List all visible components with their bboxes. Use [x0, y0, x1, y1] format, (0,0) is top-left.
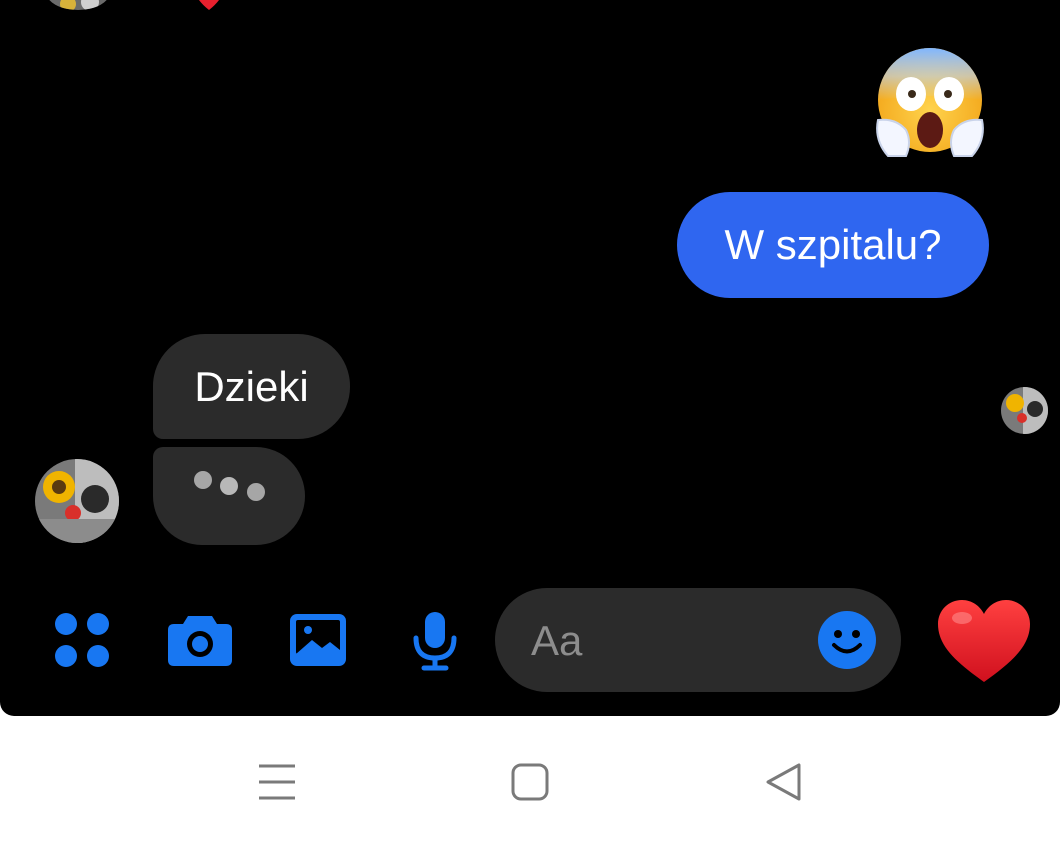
message-text: W szpitalu?: [724, 221, 942, 268]
camera-icon[interactable]: [166, 612, 234, 668]
menu-icon[interactable]: [258, 764, 296, 800]
incoming-message-bubble[interactable]: Dzieki: [153, 334, 350, 439]
chat-thread: W szpitalu? Dzieki: [0, 0, 1060, 716]
back-icon[interactable]: [764, 762, 802, 802]
contact-avatar-previous: [46, 0, 110, 10]
message-composer[interactable]: [495, 588, 901, 692]
contact-avatar[interactable]: [35, 459, 119, 543]
message-text: Dzieki: [194, 362, 309, 410]
home-icon[interactable]: [511, 763, 549, 801]
message-input[interactable]: [529, 614, 803, 668]
outgoing-message-bubble[interactable]: W szpitalu?: [677, 192, 989, 298]
typing-indicator: [153, 447, 305, 545]
apps-icon[interactable]: [54, 612, 110, 668]
reaction-heart-icon: [199, 0, 219, 10]
typing-dot: [220, 477, 238, 495]
typing-dot: [247, 483, 265, 501]
microphone-icon[interactable]: [410, 610, 460, 672]
emoji-icon[interactable]: [817, 610, 877, 670]
system-navigation-bar: [0, 716, 1060, 846]
like-heart-icon[interactable]: [936, 598, 1032, 686]
seen-receipt-avatar: [1001, 387, 1048, 434]
scream-emoji-message[interactable]: [872, 48, 988, 160]
typing-dot: [194, 471, 212, 489]
gallery-icon[interactable]: [288, 612, 348, 668]
